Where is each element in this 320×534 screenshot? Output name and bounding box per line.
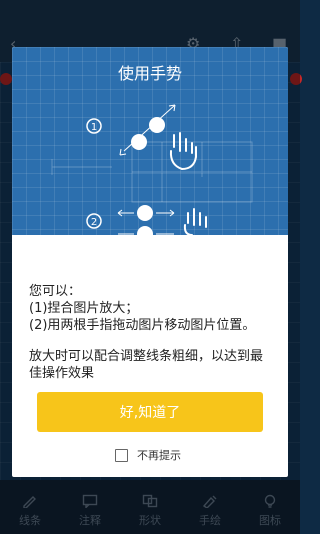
instruction-1: (1)捏合图片放大； <box>29 301 139 316</box>
touch-point-2a <box>137 205 153 221</box>
tip-text: 放大时可以配合调整线条粗细，以达到最佳操作效果 <box>29 349 264 381</box>
dont-show-again-row[interactable]: 不再提示 <box>115 447 181 463</box>
dont-show-again-label: 不再提示 <box>137 449 181 462</box>
touch-point-1b <box>149 117 165 133</box>
hand-icon-pinch <box>169 132 197 171</box>
touch-point-1a <box>131 134 147 150</box>
instruction-2: (2)用两根手指拖动图片移动图片位置。 <box>29 318 256 333</box>
dialog-body: 您可以： (1)捏合图片放大； (2)用两根手指拖动图片移动图片位置。 放大时可… <box>29 283 274 382</box>
step-2-drag: 2 <box>86 205 207 235</box>
dont-show-again-checkbox[interactable] <box>115 448 128 462</box>
gesture-tutorial-dialog: 1 2 使用手势 您可以： (1)捏合图片放大； (2)用两根手指拖动图片移动图… <box>12 47 288 477</box>
confirm-button[interactable]: 好,知道了 <box>37 392 263 432</box>
touch-point-2b <box>137 226 153 235</box>
gesture-illustration: 1 2 使用手势 <box>12 47 288 235</box>
intro-text: 您可以： <box>29 284 82 299</box>
step-1-pinch: 1 <box>86 104 197 171</box>
dialog-title: 使用手势 <box>117 64 182 83</box>
step-2-number: 2 <box>91 217 97 228</box>
step-1-number: 1 <box>91 122 97 133</box>
hand-icon-drag <box>183 208 207 235</box>
